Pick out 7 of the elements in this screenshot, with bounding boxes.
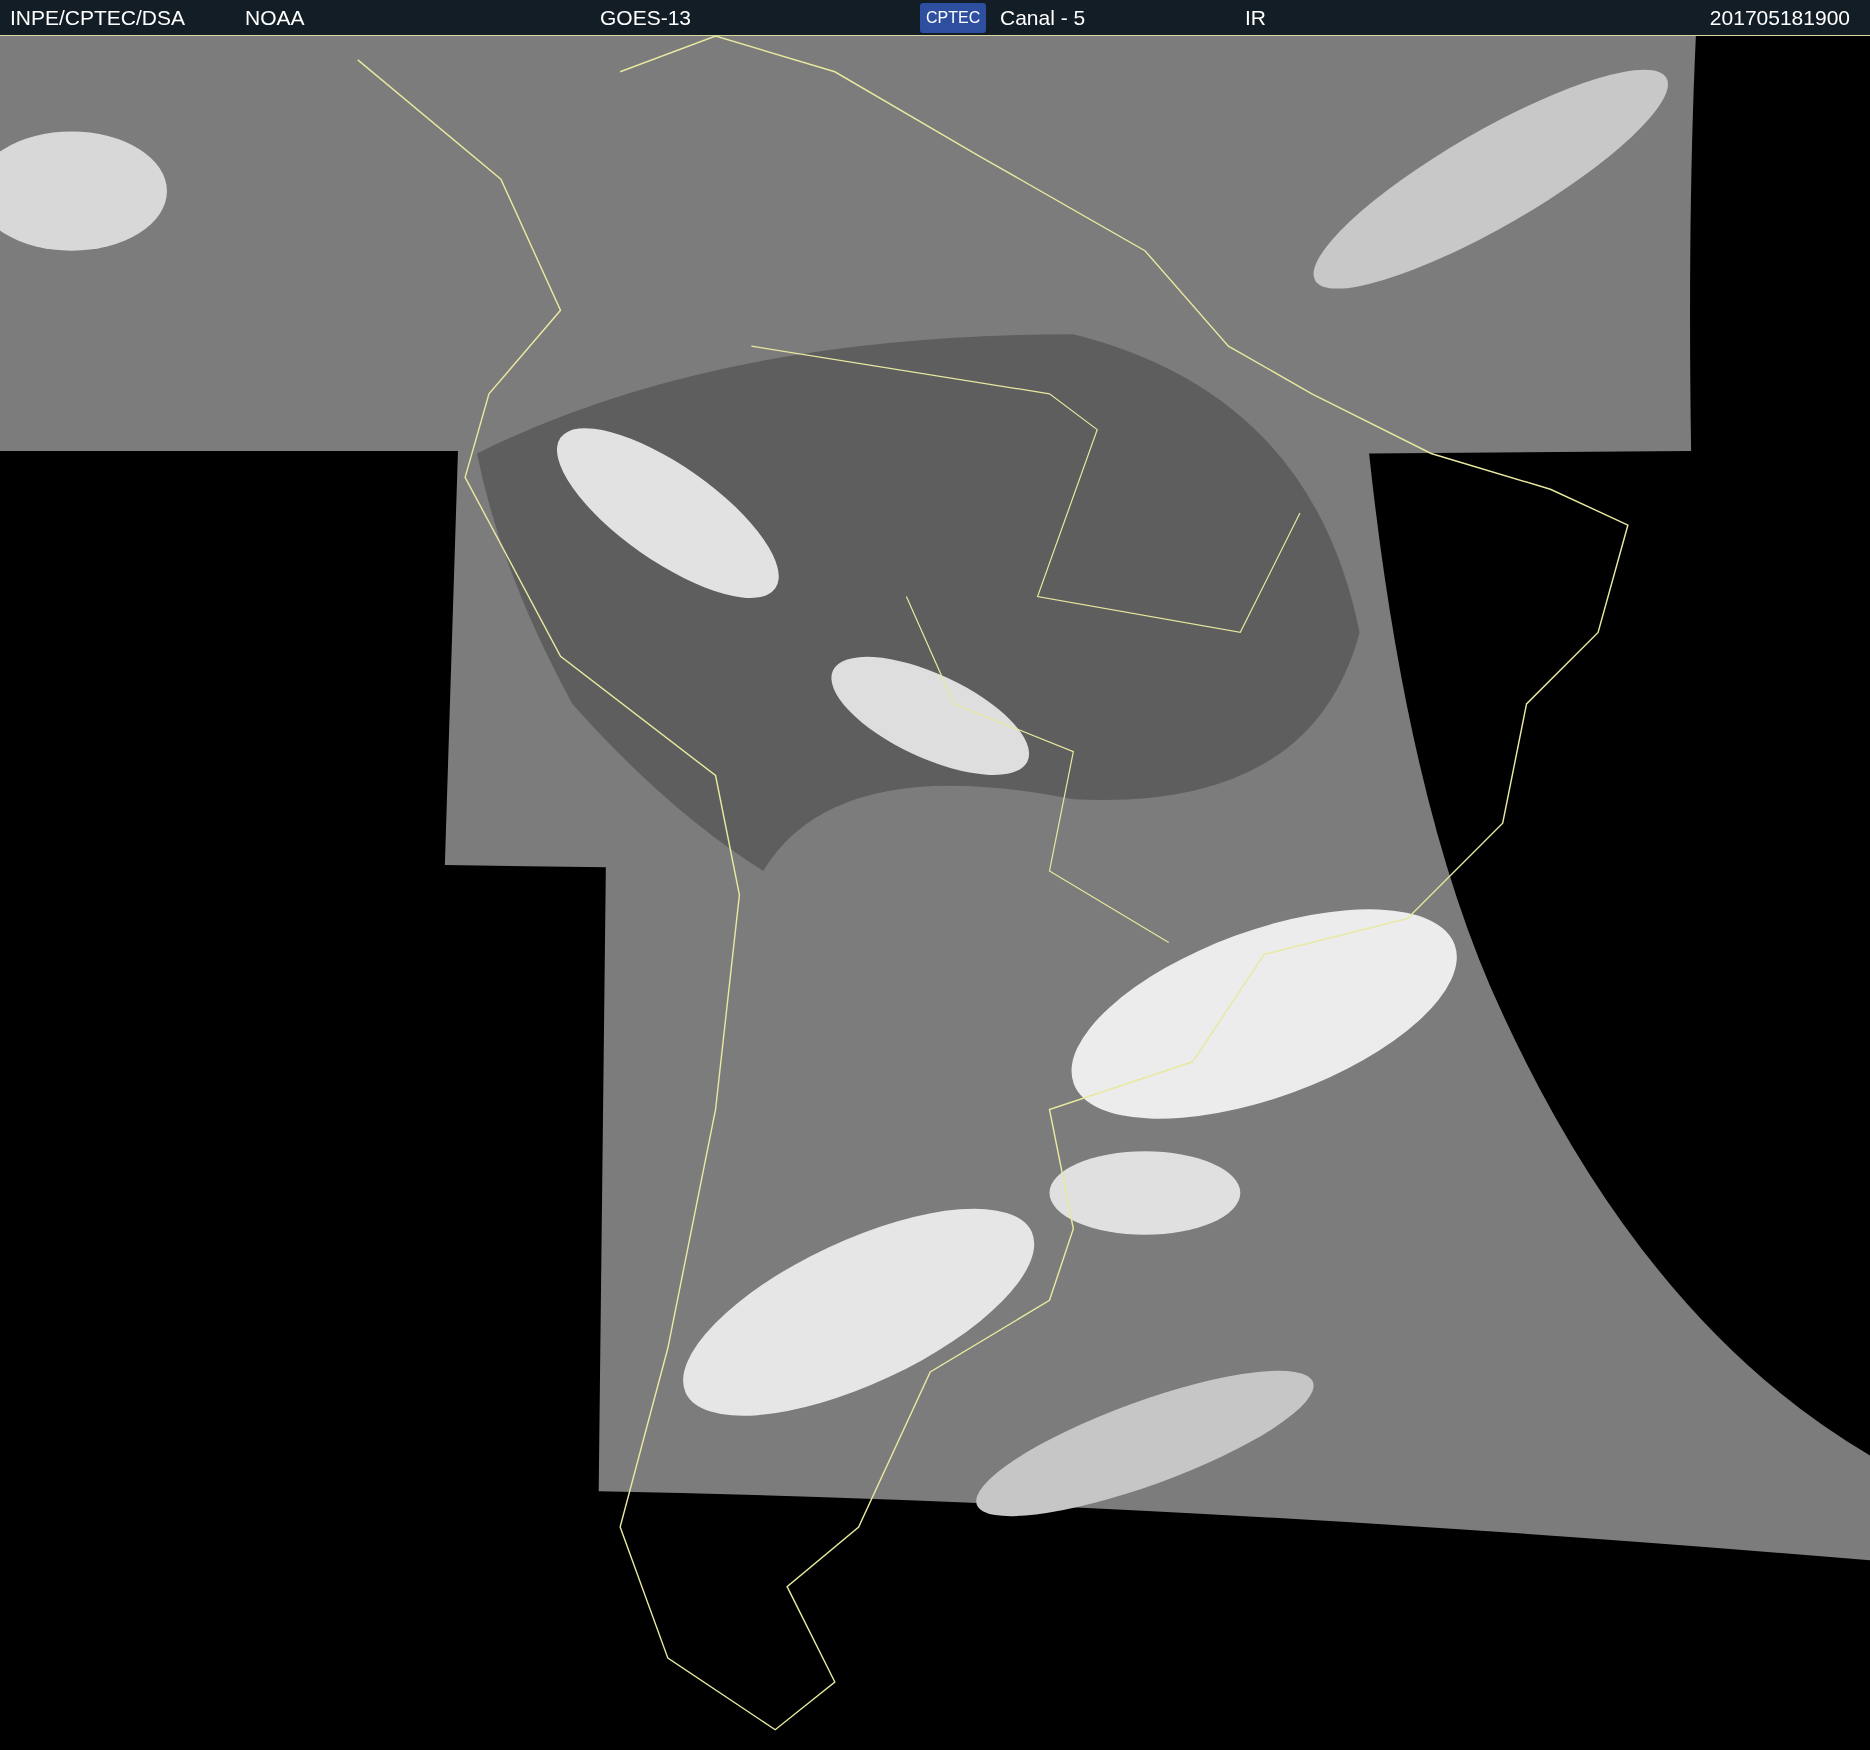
source-label: INPE/CPTEC/DSA [10,5,186,30]
logo: CPTEC [920,2,987,33]
agency-label: NOAA [245,5,305,30]
satellite-label: GOES-13 [600,5,692,30]
channel-label: Canal - 5 [1000,5,1086,30]
timestamp-label: 201705181900 [1709,5,1850,30]
band-label: IR [1245,5,1266,30]
